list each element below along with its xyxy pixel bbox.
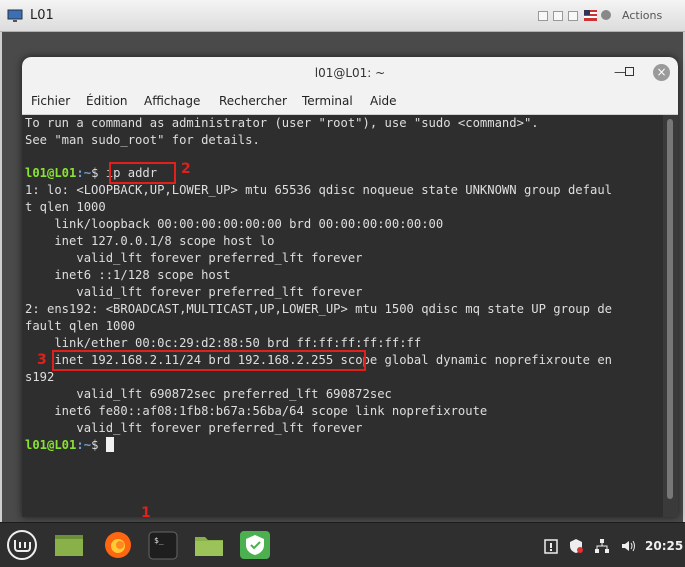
terminal-title: l01@L01: ~ — [314, 66, 386, 80]
shield-icon[interactable] — [568, 538, 584, 554]
show-desktop-icon[interactable] — [52, 529, 86, 561]
taskbar: $_ 20:25 — [0, 522, 685, 567]
prompt-path: :~ — [76, 438, 92, 452]
output-line: fault qlen 1000 — [25, 319, 136, 333]
maximize-button[interactable] — [625, 67, 634, 76]
vm-minimize-button[interactable] — [538, 11, 548, 21]
output-line: inet6 ::1/128 scope host — [25, 268, 231, 282]
terminal-window: l01@L01: ~ — × Fichier Édition Affichage… — [22, 57, 678, 517]
scrollbar[interactable] — [663, 115, 678, 517]
prompt-symbol: $ — [91, 438, 106, 452]
output-line: To run a command as administrator (user … — [25, 116, 539, 130]
clock[interactable]: 20:25 — [645, 539, 683, 553]
actions-icon — [601, 10, 611, 20]
vm-restore-button[interactable] — [553, 11, 563, 21]
terminal-titlebar: l01@L01: ~ — × — [22, 57, 678, 89]
svg-text:$_: $_ — [154, 536, 164, 545]
output-line: link/loopback 00:00:00:00:00:00 brd 00:0… — [25, 217, 444, 231]
clipboard-icon[interactable] — [543, 538, 559, 554]
prompt-user: l01@L01 — [25, 438, 77, 452]
annotation-label-2: 2 — [181, 161, 191, 177]
scrollbar-thumb[interactable] — [667, 119, 673, 499]
menu-affichage[interactable]: Affichage — [144, 94, 200, 108]
files-icon[interactable] — [192, 529, 226, 561]
text-cursor — [105, 437, 114, 452]
command-line: l01@L01:~$ — [25, 437, 114, 454]
terminal-launcher-icon[interactable]: $_ — [146, 529, 180, 561]
output-line: valid_lft forever preferred_lft forever — [25, 251, 363, 265]
output-line: valid_lft forever preferred_lft forever — [25, 421, 363, 435]
output-line: t qlen 1000 — [25, 200, 106, 214]
menu-aide[interactable]: Aide — [370, 94, 397, 108]
mint-menu-icon[interactable] — [5, 529, 39, 561]
output-line: valid_lft forever preferred_lft forever — [25, 285, 363, 299]
actions-menu[interactable]: Actions — [622, 9, 662, 22]
output-line: See "man sudo_root" for details. — [25, 133, 260, 147]
prompt-path: :~ — [76, 166, 92, 180]
menubar: Fichier Édition Affichage Rechercher Ter… — [22, 89, 678, 115]
annotation-label-1: 1 — [141, 505, 151, 521]
output-line: 2: ens192: <BROADCAST,MULTICAST,UP,LOWER… — [25, 302, 612, 316]
network-icon[interactable] — [594, 538, 610, 554]
monitor-icon — [7, 9, 23, 22]
vm-title: L01 — [30, 8, 54, 23]
annotation-label-3: 3 — [37, 352, 47, 368]
menu-edition[interactable]: Édition — [86, 94, 128, 108]
menu-terminal[interactable]: Terminal — [302, 94, 353, 108]
output-line: 1: lo: <LOOPBACK,UP,LOWER_UP> mtu 65536 … — [25, 183, 612, 197]
vm-titlebar: L01 Actions — [0, 0, 685, 32]
output-line: inet 127.0.0.1/8 scope host lo — [25, 234, 275, 248]
menu-fichier[interactable]: Fichier — [31, 94, 70, 108]
prompt-symbol: $ — [91, 166, 106, 180]
output-line: inet6 fe80::af08:1fb8:b67a:56ba/64 scope… — [25, 404, 488, 418]
flag-icon — [584, 10, 597, 21]
menu-rechercher[interactable]: Rechercher — [219, 94, 287, 108]
vm-close-button[interactable] — [568, 11, 578, 21]
close-button[interactable]: × — [653, 64, 670, 81]
firefox-icon[interactable] — [101, 529, 135, 561]
annotation-box-command — [109, 162, 176, 184]
output-line: s192 — [25, 370, 55, 384]
prompt-user: l01@L01 — [25, 166, 77, 180]
volume-icon[interactable] — [620, 538, 636, 554]
output-text: scope global dynamic noprefixroute en — [333, 353, 613, 367]
output-line: valid_lft 690872sec preferred_lft 690872… — [25, 387, 392, 401]
annotation-box-ip — [52, 350, 366, 371]
update-manager-icon[interactable] — [238, 529, 272, 561]
